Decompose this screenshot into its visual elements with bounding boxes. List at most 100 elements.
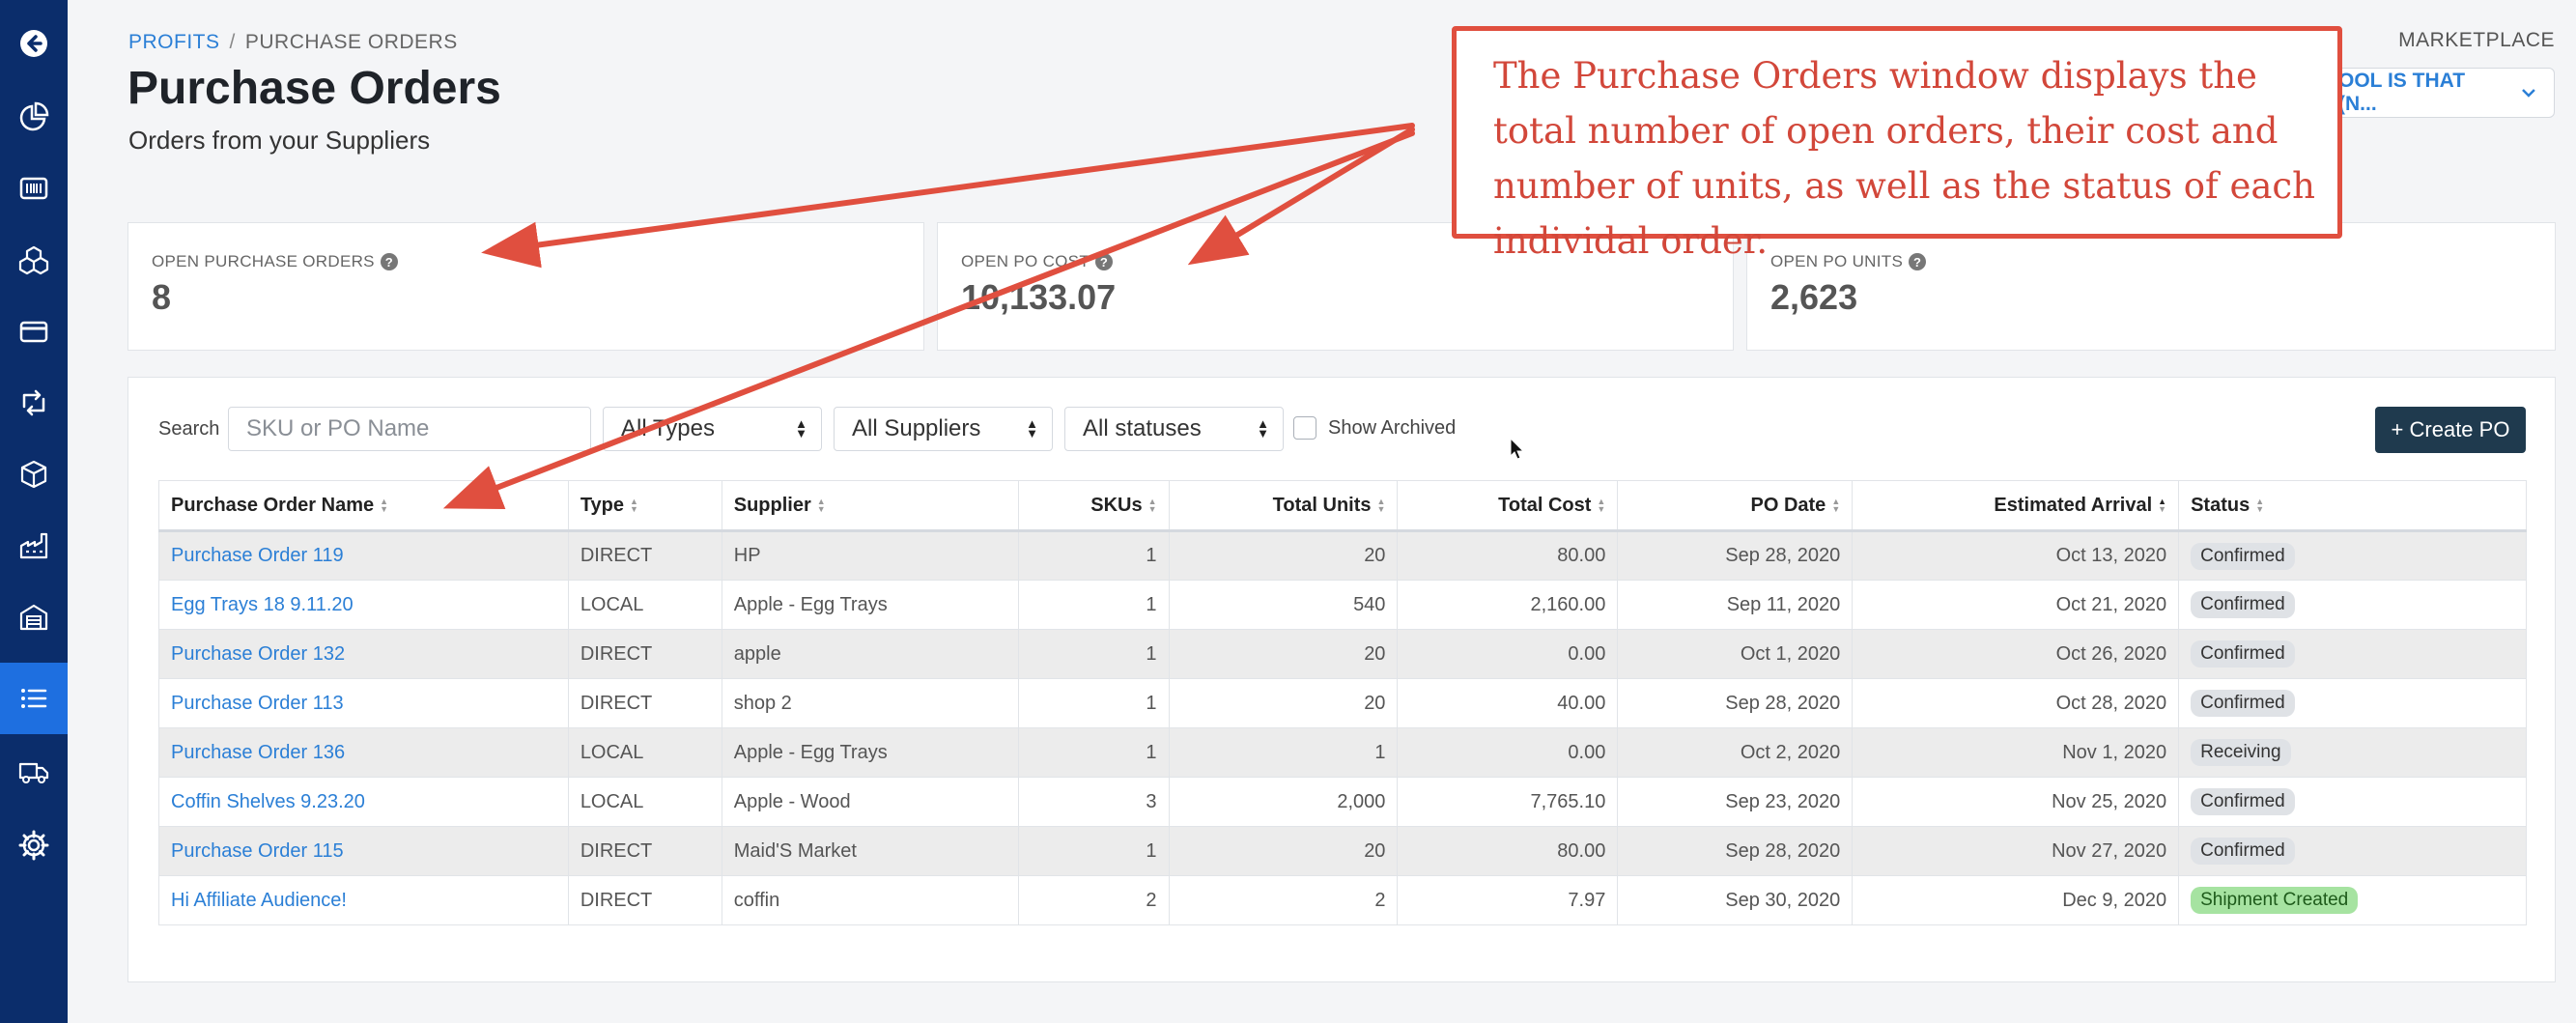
sidebar-item-transfers[interactable] xyxy=(0,367,68,439)
type-filter-select[interactable]: All Types ▲ ▼ xyxy=(603,407,822,451)
cell-supplier: Apple - Wood xyxy=(721,777,1019,827)
help-icon[interactable]: ? xyxy=(1095,253,1114,270)
column-header-type[interactable]: Type ▲ ▼ xyxy=(567,480,722,532)
sidebar-item-settings[interactable] xyxy=(0,810,68,881)
table-row[interactable]: Egg Trays 18 9.11.20 LOCAL Apple - Egg Tra… xyxy=(158,580,2527,630)
sort-icon: ▲ ▼ xyxy=(816,497,826,515)
table-row[interactable]: Purchase Order 136 LOCAL Apple - Egg Trays… xyxy=(158,727,2527,778)
cell-po-date: Sep 28, 2020 xyxy=(1617,826,1854,876)
supplier-filter-value: All Suppliers xyxy=(852,415,981,441)
cell-order-name[interactable]: Hi Affiliate Audience! xyxy=(158,875,569,925)
cell-total-units: 1 xyxy=(1168,727,1399,778)
page-title: Purchase Orders xyxy=(127,63,501,114)
cell-type: DIRECT xyxy=(567,826,722,876)
column-header-total-units[interactable]: Total Units ▲ ▼ xyxy=(1168,480,1399,532)
po-link[interactable]: Purchase Order 132 xyxy=(171,643,345,665)
po-link[interactable]: Hi Affiliate Audience! xyxy=(171,890,347,911)
cell-value: Oct 1, 2020 xyxy=(1740,642,1841,665)
table-row[interactable]: Purchase Order 115 DIRECT Maid'S Market 1 20… xyxy=(158,826,2527,876)
column-header-total-cost[interactable]: Total Cost ▲ ▼ xyxy=(1397,480,1619,532)
po-link[interactable]: Coffin Shelves 9.23.20 xyxy=(171,791,365,812)
credit-card-icon xyxy=(19,321,48,343)
sidebar-item-bundles[interactable] xyxy=(0,224,68,296)
page-subtitle: Orders from your Suppliers xyxy=(128,126,431,155)
cell-value: 1 xyxy=(1146,839,1157,862)
cell-order-name[interactable]: Purchase Order 119 xyxy=(158,530,569,581)
cell-skus: 3 xyxy=(1017,777,1170,827)
cell-total-units: 2,000 xyxy=(1168,777,1399,827)
po-link[interactable]: Purchase Order 136 xyxy=(171,742,345,763)
cell-value: 20 xyxy=(1364,839,1386,862)
cell-value: LOCAL xyxy=(580,741,644,763)
stat-label: OPEN PO UNITS? xyxy=(1770,252,1927,271)
sort-icon: ▲ ▼ xyxy=(630,497,638,515)
cell-status: Confirmed xyxy=(2178,777,2527,827)
cell-value: Nov 25, 2020 xyxy=(2052,790,2167,812)
sidebar-item-payments[interactable] xyxy=(0,296,68,367)
status-filter-select[interactable]: All statuses ▲ ▼ xyxy=(1064,407,1284,451)
column-header-label: Purchase Order Name xyxy=(171,494,375,516)
sidebar-item-inventory[interactable] xyxy=(0,439,68,510)
sort-icon: ▲ ▼ xyxy=(2255,497,2265,515)
breadcrumb-link-profits[interactable]: PROFITS xyxy=(128,31,220,53)
po-link[interactable]: Purchase Order 119 xyxy=(171,545,344,566)
cell-total-cost: 7,765.10 xyxy=(1397,777,1619,827)
sidebar-item-back[interactable] xyxy=(0,8,68,79)
orders-panel: Search All Types ▲▼ All Suppliers ▲▼ All… xyxy=(127,377,2556,982)
cell-order-name[interactable]: Egg Trays 18 9.11.20 xyxy=(158,580,569,630)
sort-caret-icon: ▲ ▼ xyxy=(1257,416,1269,440)
cell-value: Sep 28, 2020 xyxy=(1725,545,1841,566)
cell-value: 40.00 xyxy=(1557,692,1606,714)
cell-order-name[interactable]: Purchase Order 136 xyxy=(158,727,569,778)
cell-status: Confirmed xyxy=(2178,530,2527,581)
column-header-name[interactable]: Purchase Order Name ▲ ▼ xyxy=(158,480,569,532)
table-row[interactable]: Purchase Order 119 DIRECT HP 1 20 80.00 Sep 28… xyxy=(158,530,2527,581)
supplier-filter-select[interactable]: All Suppliers ▲ ▼ xyxy=(834,407,1053,451)
show-archived-checkbox[interactable] xyxy=(1293,416,1316,440)
cell-value: Sep 28, 2020 xyxy=(1725,692,1841,714)
store-select[interactable]: OOL IS THAT (N... xyxy=(2337,68,2555,118)
help-icon[interactable]: ? xyxy=(1909,253,1927,270)
cell-value: Oct 2, 2020 xyxy=(1740,741,1841,763)
cell-total-cost: 80.00 xyxy=(1397,530,1619,581)
cell-value: 20 xyxy=(1364,692,1386,714)
sidebar-item-dashboard[interactable] xyxy=(0,81,68,153)
sidebar-item-manufacturing[interactable] xyxy=(0,510,68,582)
table-row[interactable]: Coffin Shelves 9.23.20 LOCAL Apple - Wood 3… xyxy=(158,777,2527,827)
sidebar-item-products[interactable] xyxy=(0,153,68,224)
cell-supplier: HP xyxy=(721,530,1019,581)
cell-value: 7.97 xyxy=(1568,889,1606,911)
show-archived-toggle[interactable]: Show Archived xyxy=(1293,416,1456,440)
table-row[interactable]: Purchase Order 113 DIRECT shop 2 1 20 40.00 Se… xyxy=(158,678,2527,728)
cell-order-name[interactable]: Purchase Order 113 xyxy=(158,678,569,728)
search-input[interactable] xyxy=(228,407,591,451)
status-filter-value: All statuses xyxy=(1083,415,1202,441)
create-po-button[interactable]: + Create PO xyxy=(2375,407,2526,453)
cell-status: Confirmed xyxy=(2178,629,2527,679)
cell-supplier: Maid'S Market xyxy=(721,826,1019,876)
cell-order-name[interactable]: Purchase Order 132 xyxy=(158,629,569,679)
annotation-callout: The Purchase Orders window displays the … xyxy=(1452,26,2342,262)
cell-order-name[interactable]: Purchase Order 115 xyxy=(158,826,569,876)
cell-value: HP xyxy=(733,545,761,566)
table-row[interactable]: Hi Affiliate Audience! DIRECT coffin 2 2 7.97… xyxy=(158,875,2527,925)
cell-estimated-arrival: Oct 28, 2020 xyxy=(1852,678,2180,728)
column-header-skus[interactable]: SKUs ▲ ▼ xyxy=(1017,480,1170,532)
column-header-status[interactable]: Status ▲ ▼ xyxy=(2178,480,2527,532)
cubes-icon xyxy=(18,245,49,275)
sort-icon: ▲ ▼ xyxy=(2158,497,2167,515)
po-link[interactable]: Egg Trays 18 9.11.20 xyxy=(171,594,354,615)
cell-order-name[interactable]: Coffin Shelves 9.23.20 xyxy=(158,777,569,827)
column-header-estimated-arrival[interactable]: Estimated Arrival ▲ ▼ xyxy=(1852,480,2180,532)
table-row[interactable]: Purchase Order 132 DIRECT apple 1 20 0.00 Oct … xyxy=(158,629,2527,679)
sort-icon: ▲ ▼ xyxy=(1147,497,1157,515)
sidebar-item-shipments[interactable] xyxy=(0,736,68,808)
sidebar-item-warehouses[interactable] xyxy=(0,582,68,653)
column-header-supplier[interactable]: Supplier ▲ ▼ xyxy=(721,480,1019,532)
sidebar-item-purchase-orders[interactable] xyxy=(0,663,68,734)
column-header-label: Estimated Arrival xyxy=(1994,494,2153,516)
po-link[interactable]: Purchase Order 115 xyxy=(171,840,344,862)
po-link[interactable]: Purchase Order 113 xyxy=(171,693,344,714)
column-header-po-date[interactable]: PO Date ▲ ▼ xyxy=(1617,480,1854,532)
help-icon[interactable]: ? xyxy=(380,253,398,270)
